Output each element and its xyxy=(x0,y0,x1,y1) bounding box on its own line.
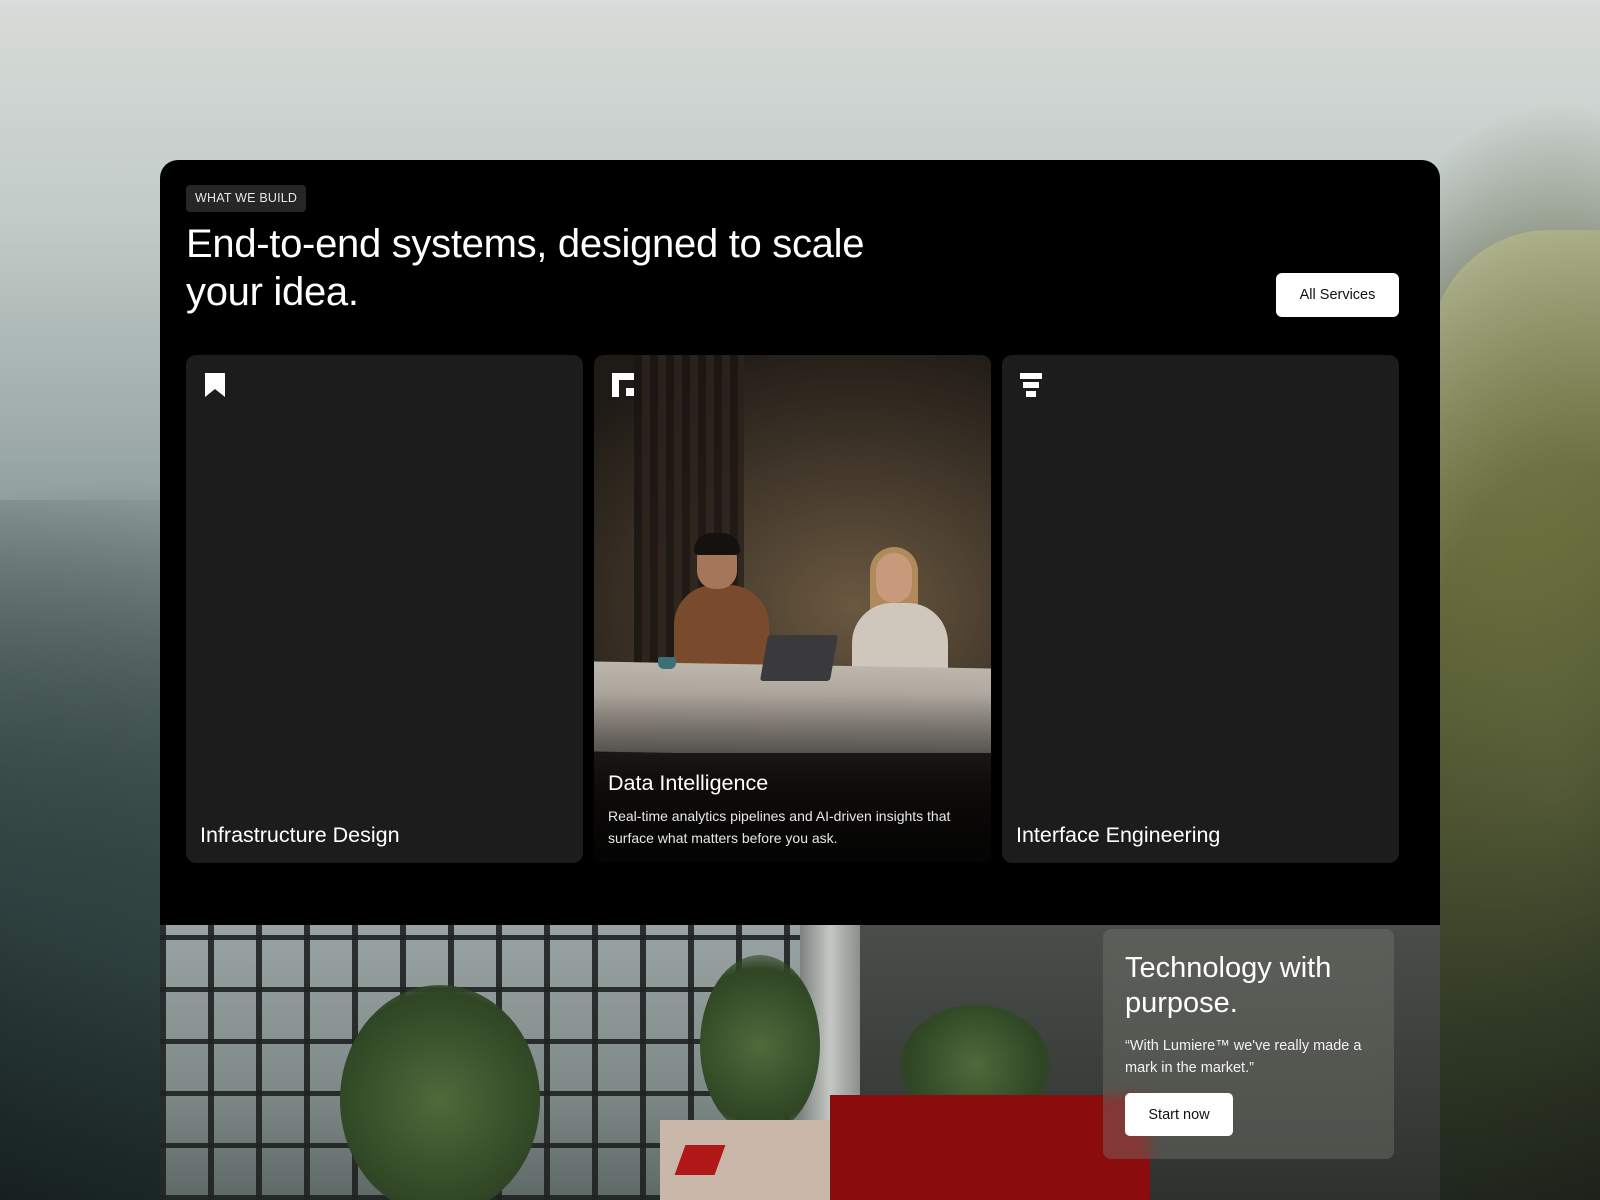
service-card-interface-engineering[interactable]: Interface Engineering xyxy=(1002,355,1399,863)
cta-title: Technology with purpose. xyxy=(1125,952,1332,1019)
hero-office-photo: Technology with purpose. “With Lumiere™ … xyxy=(160,925,1440,1200)
services-panel: WHAT WE BUILD End-to-end systems, design… xyxy=(160,160,1440,1200)
cta-quote: “With Lumiere™ we've really made a mark … xyxy=(1125,1038,1362,1076)
all-services-button[interactable]: All Services xyxy=(1276,273,1399,317)
section-headline: End-to-end systems, designed to scale yo… xyxy=(186,222,865,314)
start-now-button[interactable]: Start now xyxy=(1125,1093,1233,1136)
browser-top-strip xyxy=(0,0,1600,5)
section-eyebrow: WHAT WE BUILD xyxy=(186,185,307,212)
bookmark-icon xyxy=(205,373,225,397)
background-streak-right xyxy=(1430,230,1600,1200)
background-streak-left xyxy=(0,500,170,1200)
service-card-title: Infrastructure Design xyxy=(200,823,400,847)
service-card-description: Real-time analytics pipelines and AI-dri… xyxy=(608,808,951,846)
service-card-title: Data Intelligence xyxy=(608,771,769,795)
service-card-data-intelligence[interactable]: Data Intelligence Real-time analytics pi… xyxy=(594,355,991,863)
corner-bracket-icon xyxy=(612,373,634,397)
service-card-infrastructure[interactable]: Infrastructure Design xyxy=(186,355,583,863)
cta-card: Technology with purpose. “With Lumiere™ … xyxy=(1103,929,1394,1159)
service-card-title: Interface Engineering xyxy=(1016,823,1221,847)
stacked-bars-icon xyxy=(1020,373,1042,397)
